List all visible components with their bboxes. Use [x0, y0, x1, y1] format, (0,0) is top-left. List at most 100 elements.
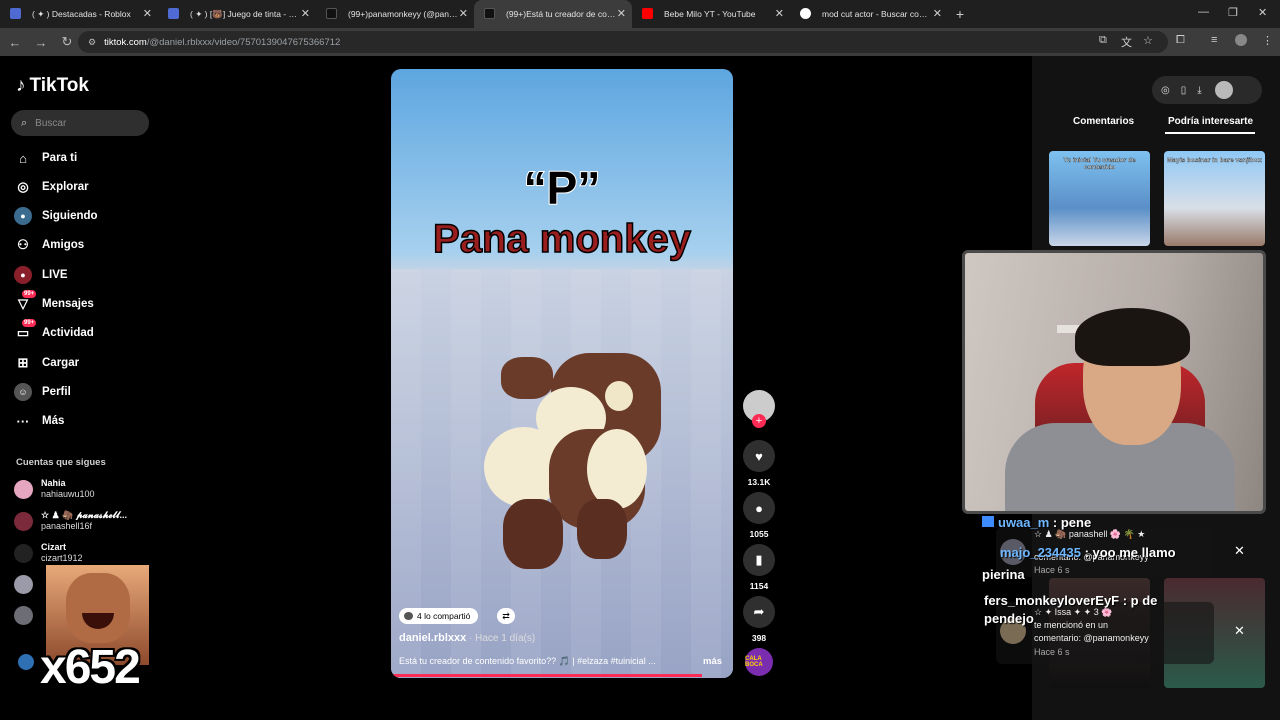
comment-button[interactable]: ● 1055: [743, 492, 775, 539]
maximize-icon[interactable]: ❐: [1228, 6, 1238, 19]
avatar: [14, 511, 33, 531]
back-icon[interactable]: ←: [4, 35, 26, 50]
menu-kebab-icon[interactable]: ⋮: [1262, 34, 1273, 47]
browser-tab[interactable]: mod cut actor - Buscar con Google✕: [790, 0, 948, 28]
nav-perfil[interactable]: ☺ Perfil: [14, 381, 71, 403]
nav-cargar[interactable]: ⊞ Cargar: [14, 352, 80, 374]
close-tab-icon[interactable]: ✕: [143, 7, 152, 20]
user-avatar[interactable]: [1214, 81, 1233, 99]
tab-title: (99+)Está tu creador de contenido: [506, 9, 616, 19]
close-tab-icon[interactable]: ✕: [617, 7, 626, 20]
cast-icon[interactable]: ⧉: [1099, 34, 1107, 47]
nav-explorar[interactable]: ◎ Explorar: [14, 176, 88, 198]
chat-badge-icon: [982, 516, 994, 527]
nav-actividad[interactable]: ▭ 99+ Actividad: [14, 319, 94, 344]
meme-counter: x652: [40, 641, 141, 694]
tab-title: ( ✦ ) [🐻] Juego de tinta - Roblox: [190, 8, 300, 19]
close-notification-icon[interactable]: ✕: [1234, 543, 1245, 559]
more-button[interactable]: más: [703, 656, 722, 667]
nav-label: Mensajes: [42, 298, 94, 310]
following-section-title: Cuentas que sigues: [16, 457, 106, 468]
compass-icon: ◎: [17, 179, 29, 194]
music-disc-icon[interactable]: CALA BOCA: [745, 648, 773, 676]
avatar[interactable]: [14, 606, 33, 625]
nav-live[interactable]: ● LIVE: [14, 264, 68, 286]
video-progress-bar[interactable]: [391, 674, 703, 677]
tab-comments[interactable]: Comentarios: [1073, 116, 1134, 127]
account-name: Cizart: [41, 542, 67, 552]
suggested-video-thumb[interactable]: Mayis bosinar in bare vsnjibox: [1164, 151, 1265, 246]
phone-icon[interactable]: ▯: [1181, 85, 1187, 96]
nav-para-ti[interactable]: ⌂ Para ti: [14, 147, 77, 169]
home-icon: ⌂: [19, 150, 27, 166]
nav-label: Más: [42, 415, 65, 427]
reload-icon[interactable]: ↻: [56, 34, 78, 50]
comment-count: 1055: [749, 529, 769, 539]
messages-icon: ▽ 99+: [18, 290, 37, 311]
like-count: 13.1K: [747, 477, 771, 487]
following-icon: ●: [14, 207, 32, 225]
compass-icon[interactable]: ◎: [1161, 85, 1170, 96]
nav-label: Para ti: [42, 152, 78, 164]
download-icon[interactable]: ⤓: [1197, 85, 1201, 96]
bookmark-star-icon[interactable]: ☆: [1143, 34, 1153, 47]
tiktok-favicon-icon: [484, 8, 495, 19]
chat-user: uwaa_m: [998, 515, 1050, 530]
repost-icon[interactable]: ⇄: [497, 608, 515, 624]
follow-plus-icon[interactable]: +: [752, 414, 766, 428]
browser-tab[interactable]: ( ✦ ) Destacadas - Roblox ✕: [0, 0, 158, 28]
nav-siguiendo[interactable]: ● Siguiendo: [14, 205, 98, 227]
tab-suggested[interactable]: Podría interesarte: [1168, 116, 1253, 127]
media-controls-icon[interactable]: ≡: [1211, 34, 1217, 46]
close-notification-icon[interactable]: ✕: [1234, 623, 1245, 639]
like-button[interactable]: ♥ 13.1K: [743, 440, 775, 487]
live-stream-icon[interactable]: [18, 654, 34, 670]
forward-icon[interactable]: →: [30, 35, 52, 50]
video-author[interactable]: daniel.rblxxx · Hace 1 día(s): [399, 632, 535, 644]
more-icon: ···: [16, 413, 30, 429]
site-info-icon[interactable]: ⚙: [88, 37, 96, 48]
messages-badge: 99+: [22, 290, 37, 298]
share-arrow-icon: ➦: [743, 596, 775, 628]
suggested-video-thumb[interactable]: Tu inicial Tu creador de contenido: [1049, 151, 1150, 246]
avatar[interactable]: [14, 575, 33, 594]
tab-title: ( ✦ ) Destacadas - Roblox: [32, 8, 131, 19]
browser-tab[interactable]: Bebe Milo YT - YouTube ✕: [632, 0, 790, 28]
search-input[interactable]: ⌕ Buscar: [11, 110, 149, 136]
nav-amigos[interactable]: ⚇ Amigos: [14, 234, 84, 256]
extensions-icon[interactable]: ⧠: [1176, 34, 1185, 47]
account-handle: cizart1912: [41, 553, 83, 563]
search-icon: ⌕: [21, 116, 28, 129]
monkey-leg: [577, 499, 627, 559]
following-account[interactable]: ☆ ♟ 🦣 𝓹𝓪𝓷𝓪𝓼𝓱𝓮𝓵𝓵... panashell16f: [14, 510, 127, 532]
tiktok-logo[interactable]: ♪ TikTok: [16, 75, 89, 97]
nav-mas[interactable]: ··· Más: [14, 410, 65, 432]
profile-avatar-icon[interactable]: [1235, 34, 1247, 46]
share-button[interactable]: ➦ 398: [743, 596, 775, 643]
tab-title: (99+)panamonkeyy (@panamonkeyy): [348, 9, 458, 19]
comment-icon: ●: [743, 492, 775, 524]
author-handle: daniel.rblxxx: [399, 632, 467, 644]
video-player[interactable]: “P” Pana monkey 4 lo compartió ⇄ daniel.…: [391, 69, 733, 678]
youtube-favicon-icon: [642, 8, 653, 19]
following-account[interactable]: Nahia nahiauwu100: [14, 478, 95, 500]
close-tab-icon[interactable]: ✕: [459, 7, 468, 20]
browser-tab[interactable]: (99+)panamonkeyy (@panamonkeyy)✕: [316, 0, 474, 28]
save-button[interactable]: ▮ 1154: [743, 544, 775, 591]
bookmark-icon: ▮: [743, 544, 775, 576]
close-tab-icon[interactable]: ✕: [775, 7, 784, 20]
close-tab-icon[interactable]: ✕: [301, 7, 310, 20]
new-tab-icon[interactable]: +: [948, 6, 972, 22]
nav-mensajes[interactable]: ▽ 99+ Mensajes: [14, 290, 94, 315]
close-tab-icon[interactable]: ✕: [933, 7, 942, 20]
monkey-ear: [605, 381, 633, 411]
browser-tab-active[interactable]: (99+)Está tu creador de contenido✕: [474, 0, 632, 28]
address-bar[interactable]: ⚙ tiktok.com/@daniel.rblxxx/video/757013…: [78, 31, 1168, 53]
browser-tab[interactable]: ( ✦ ) [🐻] Juego de tinta - Roblox✕: [158, 0, 316, 28]
minimize-icon[interactable]: —: [1198, 6, 1209, 18]
nav-label: Siguiendo: [42, 210, 98, 222]
translate-icon[interactable]: 文: [1121, 34, 1132, 50]
shared-by-chip[interactable]: 4 lo compartió: [399, 608, 479, 624]
following-account[interactable]: Cizart cizart1912: [14, 542, 83, 564]
close-window-icon[interactable]: ✕: [1258, 6, 1267, 19]
